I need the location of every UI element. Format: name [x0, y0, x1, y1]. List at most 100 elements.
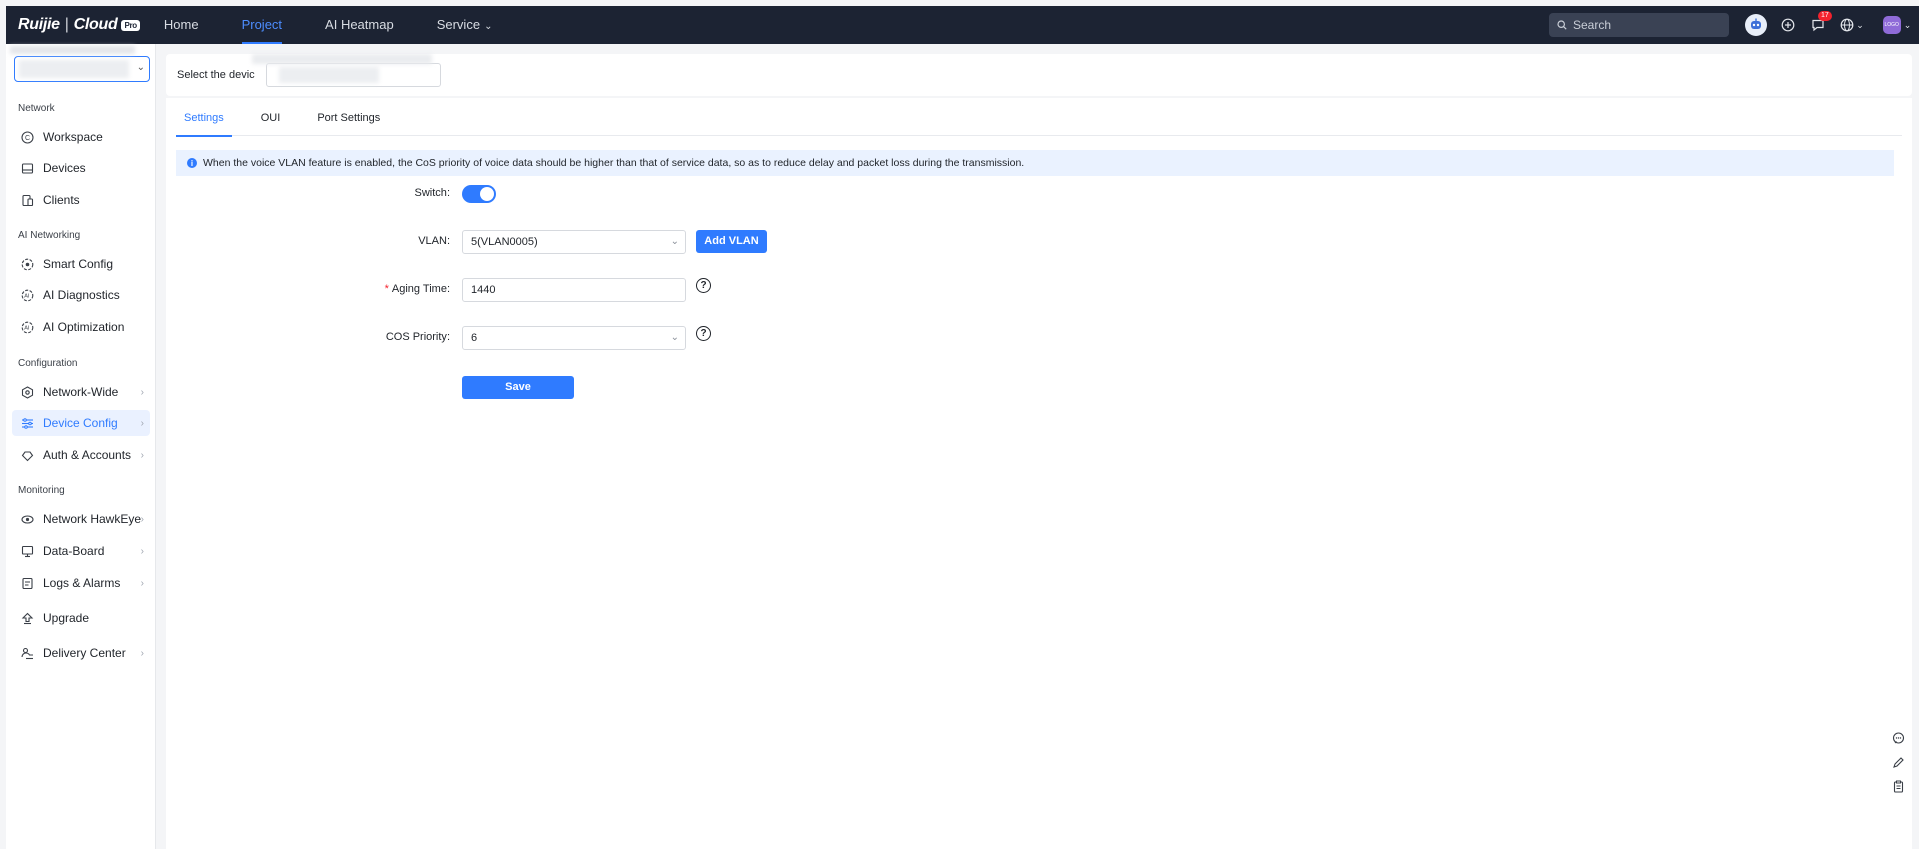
switch-label: Switch: [414, 187, 450, 199]
avatar: LOGO [1882, 16, 1901, 34]
ruijie-cloud-logo[interactable]: Ruijie | Cloud Pro [18, 16, 140, 34]
upgrade-icon [20, 611, 34, 625]
svg-text:C: C [25, 135, 30, 142]
sidebar-item-device-config[interactable]: Device Config › [12, 410, 150, 436]
chevron-right-icon: › [140, 449, 144, 461]
sidebar-item-clients[interactable]: Clients [12, 187, 150, 213]
sidebar-item-label: Upgrade [43, 611, 90, 625]
logo-separator: | [64, 16, 69, 33]
help-icon[interactable]: ? [696, 278, 711, 293]
redacted-project-name [19, 60, 129, 78]
main-nav: Home Project AI Heatmap Service ⌄ [164, 6, 536, 44]
voice-vlan-switch[interactable] [462, 185, 496, 203]
save-button[interactable]: Save [462, 376, 574, 399]
cos-priority-value: 6 [471, 332, 478, 344]
network-wide-icon [20, 385, 34, 399]
chat-icon[interactable] [1892, 726, 1905, 750]
vlan-label: VLAN: [418, 235, 450, 247]
aging-time-input[interactable]: 1440 [462, 278, 686, 302]
sidebar-item-label: Clients [43, 193, 80, 207]
cos-priority-select[interactable]: 6 ⌄ [462, 326, 686, 350]
sidebar-item-logs-alarms[interactable]: Logs & Alarms › [12, 570, 150, 596]
sidebar-item-label: Workspace [43, 130, 103, 144]
cos-priority-label: COS Priority: [385, 331, 450, 343]
search-box[interactable]: Search [1549, 13, 1729, 37]
chevron-down-icon: ⌄ [1856, 19, 1864, 30]
vlan-select[interactable]: 5(VLAN0005) ⌄ [462, 230, 686, 254]
sidebar-item-upgrade[interactable]: Upgrade [12, 605, 150, 631]
section-monitoring: Monitoring [18, 485, 65, 496]
sidebar-item-network-hawkeye[interactable]: Network HawkEye › [12, 506, 150, 532]
sidebar-item-label: Delivery Center [43, 646, 126, 660]
nav-home[interactable]: Home [164, 6, 199, 44]
tab-port-settings[interactable]: Port Settings [309, 112, 388, 136]
ai-assistant-robot-icon[interactable] [1745, 14, 1767, 36]
sidebar-item-label: Data-Board [43, 544, 105, 558]
sidebar-item-label: Auth & Accounts [43, 448, 132, 462]
switch-knob [480, 187, 494, 201]
user-menu[interactable]: LOGO ⌄ [1875, 6, 1919, 44]
section-configuration: Configuration [18, 358, 78, 369]
device-select[interactable] [266, 63, 441, 87]
auth-icon [20, 448, 34, 462]
logo-brand: Ruijie [18, 16, 60, 33]
notification-badge: 17 [1818, 11, 1832, 21]
chevron-right-icon: › [140, 577, 144, 589]
nav-ai-heatmap[interactable]: AI Heatmap [325, 6, 394, 44]
redacted-device-name [279, 67, 379, 83]
sidebar-item-smart-config[interactable]: Smart Config [12, 251, 150, 277]
chevron-down-icon: ⌄ [670, 236, 679, 247]
sidebar-item-label: Logs & Alarms [43, 576, 121, 590]
svg-text:AI: AI [24, 325, 30, 331]
ai-optimization-icon: AI [20, 320, 34, 334]
chevron-right-icon: › [140, 545, 144, 557]
nav-service-label: Service [436, 17, 481, 32]
data-board-icon [20, 544, 34, 558]
delivery-icon [20, 646, 34, 660]
info-icon: i [187, 158, 197, 168]
tab-settings[interactable]: Settings [176, 112, 232, 137]
svg-text:AI: AI [24, 293, 30, 299]
nav-service[interactable]: Service ⌄ [437, 6, 493, 44]
sidebar-item-workspace[interactable]: C Workspace [12, 124, 150, 150]
devices-icon [20, 161, 34, 175]
add-icon[interactable] [1773, 6, 1803, 44]
help-icon[interactable]: ? [696, 326, 711, 341]
nav-project[interactable]: Project [241, 6, 283, 44]
message-icon[interactable]: 17 [1803, 6, 1833, 44]
chevron-down-icon: ⌄ [484, 21, 493, 32]
sidebar-item-delivery-center[interactable]: Delivery Center › [12, 640, 150, 666]
sidebar-item-auth-accounts[interactable]: Auth & Accounts › [12, 442, 150, 468]
tab-bar: Settings OUI Port Settings [176, 112, 1902, 137]
language-globe-icon[interactable]: ⌄ [1833, 6, 1871, 44]
smart-config-icon [20, 257, 34, 271]
sidebar-item-ai-diagnostics[interactable]: AI AI Diagnostics [12, 282, 150, 308]
sidebar-item-label: AI Diagnostics [43, 288, 120, 302]
aging-time-value: 1440 [471, 284, 496, 296]
chevron-right-icon: › [140, 513, 144, 525]
chevron-right-icon: › [140, 386, 144, 398]
chevron-down-icon: ⌄ [1903, 19, 1912, 30]
redacted-overlay [10, 46, 135, 54]
tab-oui[interactable]: OUI [253, 112, 289, 136]
ai-diagnostics-icon: AI [20, 288, 34, 302]
sidebar-item-ai-optimization[interactable]: AI AI Optimization [12, 314, 150, 340]
device-config-icon [20, 416, 34, 430]
search-placeholder: Search [1573, 18, 1612, 32]
floating-toolbar [1884, 726, 1912, 798]
feedback-pen-icon[interactable] [1892, 750, 1905, 774]
project-selector[interactable]: ⌄ [14, 56, 150, 82]
required-mark: * [384, 283, 389, 295]
clipboard-icon[interactable] [1892, 774, 1905, 798]
sidebar-item-devices[interactable]: Devices [12, 155, 150, 181]
section-ai-networking: AI Networking [18, 230, 81, 241]
top-right-tools: Search 17 ⌄ LOGO ⌄ [1549, 6, 1919, 44]
section-network: Network [18, 103, 55, 114]
sidebar-item-network-wide[interactable]: Network-Wide › [12, 379, 150, 405]
clients-icon [20, 193, 34, 207]
hawkeye-icon [20, 512, 34, 526]
add-vlan-button[interactable]: Add VLAN [696, 230, 767, 253]
sidebar-item-data-board[interactable]: Data-Board › [12, 538, 150, 564]
sidebar-item-label: Smart Config [43, 257, 114, 271]
aging-time-label: * Aging Time: [384, 283, 450, 295]
